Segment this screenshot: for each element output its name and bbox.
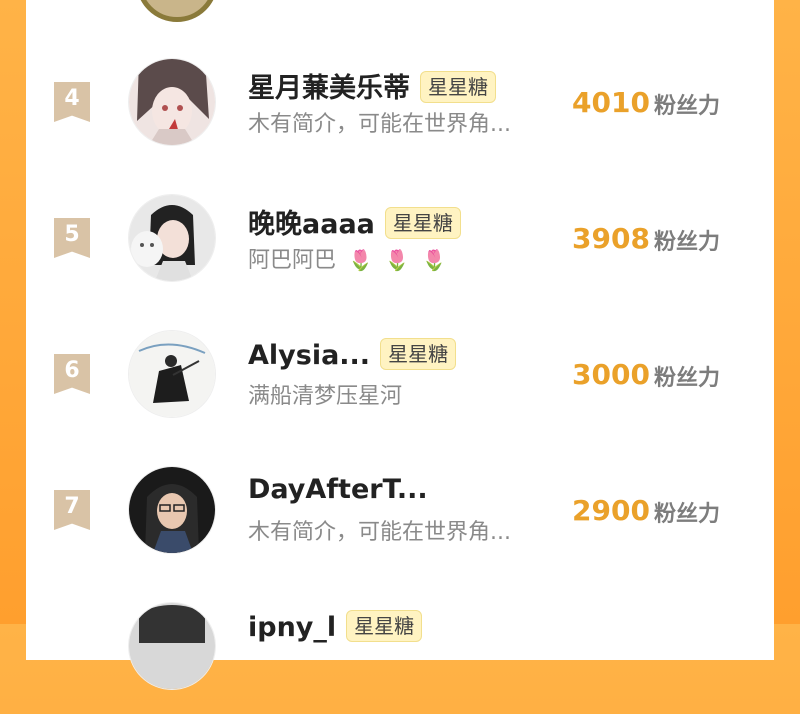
user-name[interactable]: Alysia... 星星糖: [248, 338, 457, 371]
list-item[interactable]: 6 Alysia... 星星糖 满船清梦压星河 3000 粉丝力: [26, 330, 774, 442]
fan-count: 2900: [572, 494, 650, 527]
user-bio: 木有简介，可能在世界角...: [248, 112, 511, 137]
tulip-icon: 🌷: [348, 248, 373, 272]
avatar[interactable]: [128, 602, 216, 690]
rank-badge: 7: [54, 490, 90, 530]
user-name[interactable]: ipny_l 星星糖: [248, 610, 423, 643]
avatar-prev[interactable]: [136, 0, 218, 22]
avatar[interactable]: [128, 58, 216, 146]
fan-unit: 粉丝力: [654, 230, 721, 255]
fan-unit: 粉丝力: [654, 502, 721, 527]
user-bio: 木有简介，可能在世界角...: [248, 520, 511, 545]
fan-count: 3000: [572, 358, 650, 391]
tier-badge: 星星糖: [384, 207, 461, 239]
fan-count: 4010: [572, 86, 650, 119]
user-bio: 满船清梦压星河: [248, 384, 403, 409]
tulip-icon: 🌷: [421, 248, 447, 272]
tulip-icon: 🌷: [384, 248, 410, 272]
rank-badge: 5: [54, 218, 90, 258]
fan-ranking-card: 4 星月蒹美乐蒂 星星糖 木有简介，可能在世界角... 4010 粉丝力 5 晚…: [26, 0, 774, 690]
avatar[interactable]: [128, 466, 216, 554]
user-name[interactable]: 星月蒹美乐蒂 星星糖: [248, 66, 496, 105]
user-name[interactable]: DayAfterT...: [248, 474, 428, 505]
fan-unit: 粉丝力: [654, 94, 721, 119]
list-item[interactable]: 7 DayAfterT... 木有简介，可能在世界角... 2900 粉丝力: [26, 466, 774, 578]
list-item[interactable]: 5 晚晚aaaa 星星糖 阿巴阿巴 🌷 🌷 🌷 3908 粉丝力: [26, 194, 774, 306]
list-item[interactable]: ipny_l 星星糖: [26, 602, 774, 714]
rank-badge: 4: [54, 82, 90, 122]
avatar[interactable]: [128, 194, 216, 282]
tier-badge: 星星糖: [346, 610, 423, 642]
fan-unit: 粉丝力: [654, 366, 721, 391]
user-name[interactable]: 晚晚aaaa 星星糖: [248, 202, 461, 241]
tier-badge: 星星糖: [380, 338, 457, 370]
tier-badge: 星星糖: [420, 71, 496, 103]
rank-badge: 6: [54, 354, 90, 394]
avatar[interactable]: [128, 330, 216, 418]
user-bio: 阿巴阿巴 🌷 🌷 🌷: [248, 248, 447, 273]
list-item[interactable]: 4 星月蒹美乐蒂 星星糖 木有简介，可能在世界角... 4010 粉丝力: [26, 58, 774, 170]
fan-count: 3908: [572, 222, 650, 255]
